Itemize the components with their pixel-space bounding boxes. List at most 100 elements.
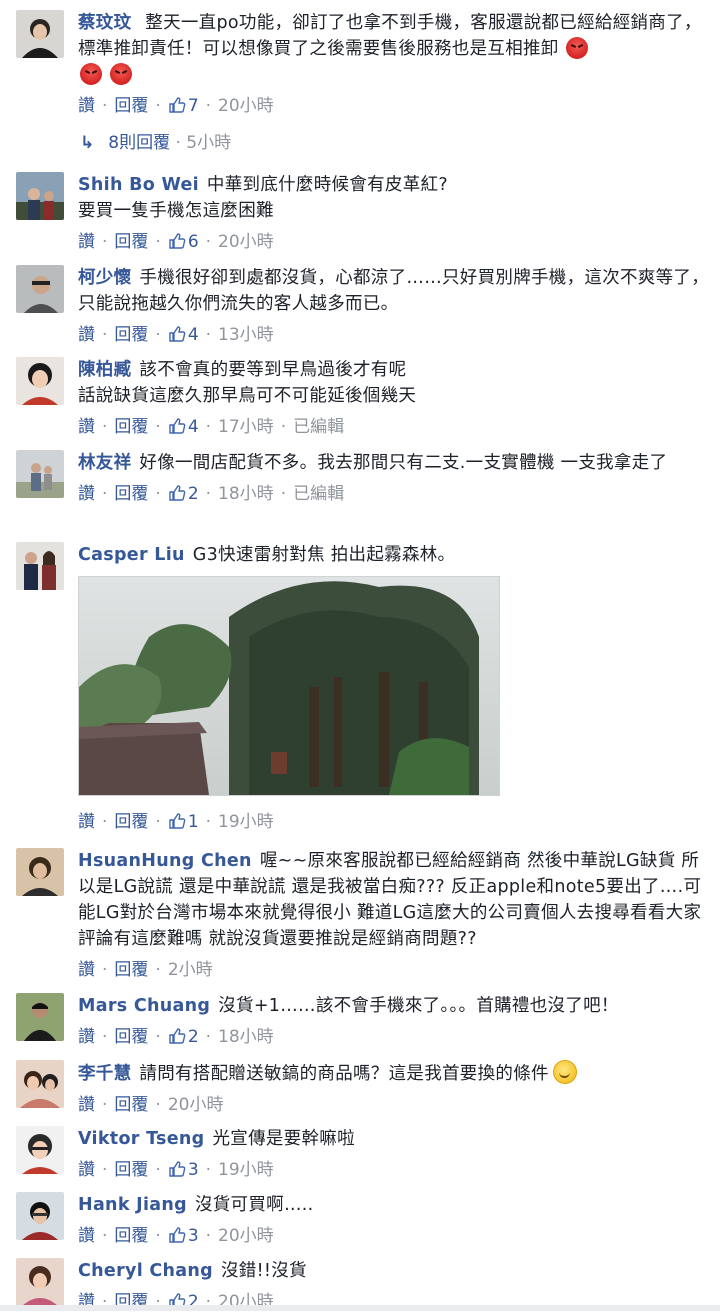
- comment-timestamp[interactable]: 19小時: [218, 1160, 274, 1180]
- reply-link[interactable]: 回覆: [114, 960, 148, 980]
- comment-actions: 讚 · 回覆 · 2 · 18小時 · 已編輯: [78, 484, 345, 504]
- comment-actions: 讚 · 回覆 · 20小時: [78, 1095, 224, 1115]
- like-link[interactable]: 讚: [78, 1226, 95, 1246]
- comment-author[interactable]: 李千慧: [78, 1064, 131, 1084]
- comment-text: Shih Bo Wei 中華到底什麼時候會有皮革紅? 要買一隻手機怎這麼困難: [78, 172, 710, 224]
- comment-timestamp[interactable]: 18小時: [218, 484, 274, 504]
- comment-author[interactable]: Hank Jiang: [78, 1195, 187, 1215]
- reply-link[interactable]: 回覆: [114, 812, 148, 832]
- reply-link[interactable]: 回覆: [114, 96, 148, 116]
- comment-message: 光宣傳是要幹嘛啦: [212, 1129, 355, 1149]
- reply-link[interactable]: 回覆: [114, 1027, 148, 1047]
- avatar[interactable]: [16, 357, 64, 405]
- comment-actions: 讚 · 回覆 · 1 · 19小時: [78, 812, 274, 832]
- comment-timestamp[interactable]: 13小時: [218, 325, 274, 345]
- reply-link[interactable]: 回覆: [114, 232, 148, 252]
- comment-author[interactable]: 柯少懷: [78, 268, 131, 288]
- comment-author[interactable]: Casper Liu: [78, 545, 185, 565]
- comment-text: Casper Liu G3快速雷射對焦 拍出起霧森林。: [78, 542, 710, 568]
- like-count[interactable]: 2: [168, 484, 199, 504]
- like-link[interactable]: 讚: [78, 96, 95, 116]
- reply-link[interactable]: 回覆: [114, 417, 148, 437]
- avatar[interactable]: [16, 993, 64, 1041]
- edited-label[interactable]: 已編輯: [293, 484, 344, 504]
- comment-message: 好像一間店配貨不多。我去那間只有二支.一支實體機 一支我拿走了: [139, 453, 668, 473]
- avatar[interactable]: [16, 1126, 64, 1174]
- avatar[interactable]: [16, 542, 64, 590]
- like-count[interactable]: 7: [168, 96, 199, 116]
- like-link[interactable]: 讚: [78, 232, 95, 252]
- view-replies[interactable]: ↳ 8則回覆 · 5小時: [80, 131, 231, 155]
- like-link[interactable]: 讚: [78, 1095, 95, 1115]
- comment-timestamp[interactable]: 20小時: [168, 1095, 224, 1115]
- comment-author[interactable]: HsuanHung Chen: [78, 851, 252, 871]
- comment-message: 沒貨+1……該不會手機來了。。。首購禮也沒了吧！: [218, 996, 619, 1016]
- like-count[interactable]: 1: [168, 812, 199, 832]
- comment-timestamp[interactable]: 2小時: [168, 960, 213, 980]
- like-link[interactable]: 讚: [78, 1027, 95, 1047]
- like-link[interactable]: 讚: [78, 812, 95, 832]
- comment-message: 請問有搭配贈送敏鎬的商品嗎？這是我首要換的條件: [139, 1064, 549, 1084]
- reply-link[interactable]: 回覆: [114, 325, 148, 345]
- reply-link[interactable]: 回覆: [114, 1095, 148, 1115]
- comment-timestamp[interactable]: 18小時: [218, 1027, 274, 1047]
- avatar[interactable]: [16, 172, 64, 220]
- comment-timestamp[interactable]: 17小時: [218, 417, 274, 437]
- thumbs-up-icon: [169, 813, 186, 829]
- bottom-edge: [0, 1305, 720, 1311]
- avatar[interactable]: [16, 10, 64, 58]
- like-link[interactable]: 讚: [78, 325, 95, 345]
- avatar[interactable]: [16, 848, 64, 896]
- comment-text: Mars Chuang 沒貨+1……該不會手機來了。。。首購禮也沒了吧！: [78, 993, 710, 1019]
- comment-timestamp[interactable]: 20小時: [218, 232, 274, 252]
- thumbs-up-icon: [169, 97, 186, 113]
- comment-author[interactable]: Mars Chuang: [78, 996, 210, 1016]
- avatar[interactable]: [16, 1258, 64, 1306]
- comment-message: 手機很好卻到處都沒貨，心都涼了……只好買別牌手機，這次不爽等了，只能說拖越久你們…: [78, 268, 710, 314]
- reply-link[interactable]: 回覆: [114, 1226, 148, 1246]
- comment-timestamp[interactable]: 20小時: [218, 96, 274, 116]
- comment-actions: 讚 · 回覆 · 2 · 18小時: [78, 1027, 274, 1047]
- avatar[interactable]: [16, 450, 64, 498]
- comment-text: 林友祥 好像一間店配貨不多。我去那間只有二支.一支實體機 一支我拿走了: [78, 450, 710, 476]
- like-count[interactable]: 4: [168, 325, 199, 345]
- comment-text: 陳柏臧 該不會真的要等到早鳥過後才有呢 話說缺貨這麼久那早鳥可不可能延後個幾天: [78, 357, 710, 409]
- thumbs-up-icon: [169, 1161, 186, 1177]
- comment-timestamp[interactable]: 20小時: [218, 1226, 274, 1246]
- reply-link[interactable]: 回覆: [114, 1160, 148, 1180]
- like-count[interactable]: 6: [168, 232, 199, 252]
- edited-label[interactable]: 已編輯: [293, 417, 344, 437]
- comment-message: 整天一直po功能，卻訂了也拿不到手機，客服還說都已經給經銷商了，標準推卸責任！可…: [78, 13, 702, 59]
- like-link[interactable]: 讚: [78, 417, 95, 437]
- avatar[interactable]: [16, 265, 64, 313]
- comment-author[interactable]: 林友祥: [78, 453, 131, 473]
- like-link[interactable]: 讚: [78, 1160, 95, 1180]
- angry-face-icon: [80, 63, 102, 85]
- like-count[interactable]: 4: [168, 417, 199, 437]
- comment-author[interactable]: 蔡玟玟: [78, 13, 131, 33]
- comment-actions: 讚 · 回覆 · 2小時: [78, 960, 213, 980]
- angry-face-icon: [566, 37, 589, 59]
- thumbs-up-icon: [169, 326, 186, 342]
- comment-author[interactable]: 陳柏臧: [78, 360, 131, 380]
- comment-author[interactable]: Viktor Tseng: [78, 1129, 204, 1149]
- replies-count[interactable]: 8則回覆: [108, 133, 170, 153]
- like-link[interactable]: 讚: [78, 960, 95, 980]
- comment-text: Cheryl Chang 沒錯!!沒貨: [78, 1258, 710, 1284]
- like-count[interactable]: 3: [168, 1160, 199, 1180]
- reply-link[interactable]: 回覆: [114, 484, 148, 504]
- avatar[interactable]: [16, 1060, 64, 1108]
- comment-text: 李千慧 請問有搭配贈送敏鎬的商品嗎？這是我首要換的條件: [78, 1060, 710, 1087]
- attached-photo[interactable]: [78, 576, 500, 796]
- comment-author[interactable]: Cheryl Chang: [78, 1261, 213, 1281]
- like-count[interactable]: 3: [168, 1226, 199, 1246]
- comment-actions: 讚 · 回覆 · 7 · 20小時: [78, 96, 274, 116]
- comment-timestamp[interactable]: 19小時: [218, 812, 274, 832]
- angry-face-icon: [109, 63, 132, 85]
- comment-message: 沒錯!!沒貨: [221, 1261, 307, 1281]
- thumbs-up-icon: [169, 1028, 186, 1044]
- comment-author[interactable]: Shih Bo Wei: [78, 175, 199, 195]
- like-link[interactable]: 讚: [78, 484, 95, 504]
- avatar[interactable]: [16, 1192, 64, 1240]
- like-count[interactable]: 2: [168, 1027, 199, 1047]
